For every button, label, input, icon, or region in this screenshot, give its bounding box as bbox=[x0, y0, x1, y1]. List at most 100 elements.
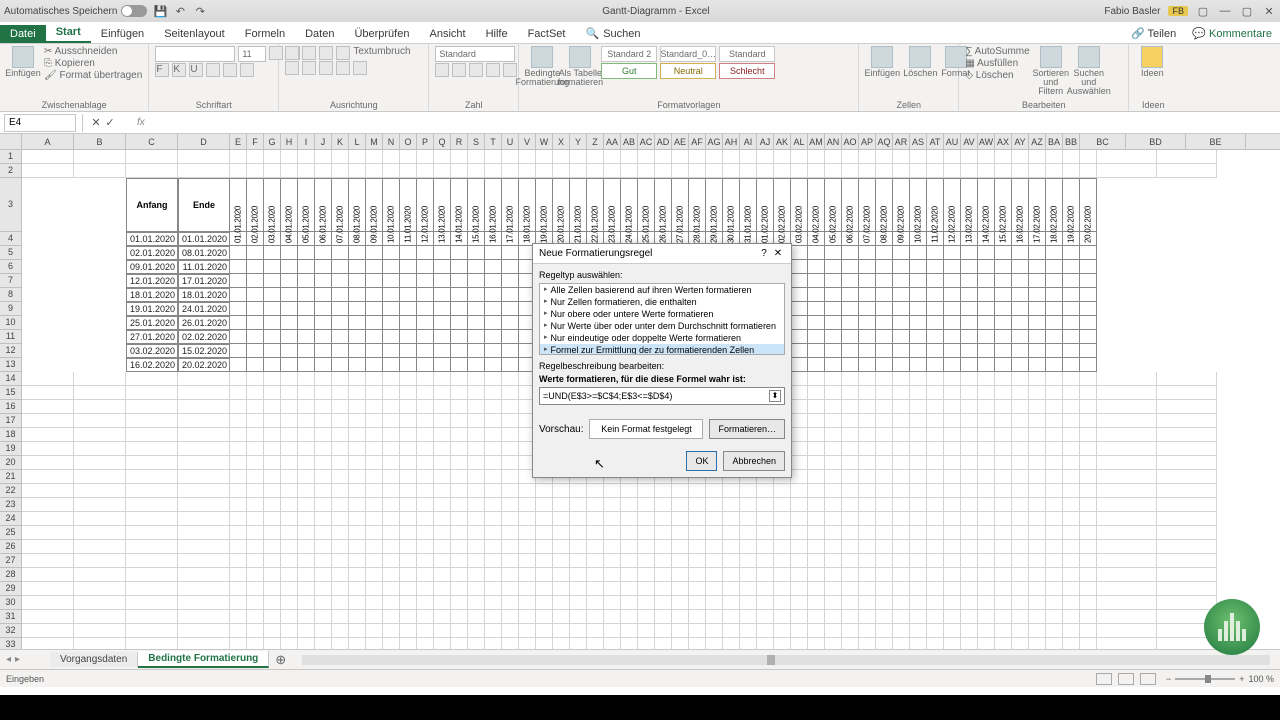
column-header[interactable]: S bbox=[468, 134, 485, 149]
gantt-cell[interactable] bbox=[1063, 358, 1080, 372]
gantt-cell[interactable] bbox=[247, 302, 264, 316]
row-header[interactable]: 17 bbox=[0, 414, 22, 428]
gantt-cell[interactable] bbox=[1029, 358, 1046, 372]
fill-color-icon[interactable] bbox=[223, 63, 237, 77]
gantt-cell[interactable] bbox=[332, 246, 349, 260]
fill-button[interactable]: ▦ Ausfüllen bbox=[965, 58, 1029, 69]
gantt-cell[interactable] bbox=[978, 260, 995, 274]
gantt-cell[interactable] bbox=[247, 260, 264, 274]
column-header[interactable]: B bbox=[74, 134, 126, 149]
gantt-cell[interactable] bbox=[468, 274, 485, 288]
gantt-cell[interactable] bbox=[944, 288, 961, 302]
gantt-cell[interactable] bbox=[1063, 246, 1080, 260]
gantt-cell[interactable] bbox=[927, 288, 944, 302]
rule-type-item[interactable]: Alle Zellen basierend auf ihren Werten f… bbox=[540, 284, 784, 296]
gantt-cell[interactable] bbox=[791, 316, 808, 330]
gantt-cell[interactable] bbox=[298, 260, 315, 274]
gantt-cell[interactable] bbox=[842, 316, 859, 330]
indent-dec-icon[interactable] bbox=[336, 61, 350, 75]
gantt-cell[interactable] bbox=[978, 358, 995, 372]
gantt-cell[interactable] bbox=[1029, 246, 1046, 260]
style-standard2[interactable]: Standard 2 bbox=[601, 46, 657, 62]
ideas-button[interactable]: Ideen bbox=[1135, 46, 1169, 78]
gantt-cell[interactable] bbox=[264, 344, 281, 358]
fx-icon[interactable]: fx bbox=[137, 117, 145, 128]
gantt-cell[interactable] bbox=[230, 344, 247, 358]
gantt-cell[interactable] bbox=[400, 330, 417, 344]
gantt-cell[interactable] bbox=[808, 246, 825, 260]
row-header[interactable]: 18 bbox=[0, 428, 22, 442]
gantt-cell[interactable] bbox=[485, 344, 502, 358]
gantt-cell[interactable] bbox=[995, 344, 1012, 358]
share-button[interactable]: 🔗 Teilen bbox=[1123, 24, 1184, 43]
gantt-cell[interactable] bbox=[893, 288, 910, 302]
gantt-cell[interactable] bbox=[808, 302, 825, 316]
sheet-nav-prev-icon[interactable]: ◂ bbox=[6, 654, 11, 665]
gantt-cell[interactable] bbox=[808, 316, 825, 330]
column-header[interactable]: AM bbox=[808, 134, 825, 149]
column-header[interactable]: AO bbox=[842, 134, 859, 149]
dialog-close-icon[interactable]: ✕ bbox=[771, 248, 785, 259]
orientation-icon[interactable] bbox=[336, 46, 350, 60]
gantt-cell[interactable] bbox=[400, 344, 417, 358]
tab-start[interactable]: Start bbox=[46, 23, 91, 43]
gantt-cell[interactable] bbox=[230, 260, 247, 274]
gantt-cell[interactable] bbox=[1029, 288, 1046, 302]
percent-icon[interactable] bbox=[452, 63, 466, 77]
row-header[interactable]: 26 bbox=[0, 540, 22, 554]
gantt-cell[interactable] bbox=[825, 302, 842, 316]
gantt-cell[interactable] bbox=[332, 344, 349, 358]
gantt-cell[interactable] bbox=[893, 330, 910, 344]
gantt-cell[interactable] bbox=[502, 344, 519, 358]
paste-button[interactable]: Einfügen bbox=[6, 46, 40, 78]
tab-review[interactable]: Überprüfen bbox=[344, 25, 419, 43]
gantt-cell[interactable] bbox=[791, 302, 808, 316]
tab-view[interactable]: Ansicht bbox=[419, 25, 475, 43]
underline-icon[interactable]: U bbox=[189, 63, 203, 77]
gantt-cell[interactable] bbox=[808, 274, 825, 288]
gantt-cell[interactable] bbox=[842, 330, 859, 344]
name-box[interactable]: E4 bbox=[4, 114, 76, 132]
gantt-cell[interactable] bbox=[468, 260, 485, 274]
gantt-cell[interactable] bbox=[808, 358, 825, 372]
gantt-cell[interactable] bbox=[893, 260, 910, 274]
gantt-cell[interactable] bbox=[1063, 330, 1080, 344]
gantt-cell[interactable] bbox=[264, 274, 281, 288]
column-header[interactable]: Q bbox=[434, 134, 451, 149]
gantt-cell[interactable] bbox=[349, 358, 366, 372]
column-header[interactable]: K bbox=[332, 134, 349, 149]
gantt-cell[interactable] bbox=[468, 316, 485, 330]
gantt-cell[interactable] bbox=[502, 330, 519, 344]
column-header[interactable]: BA bbox=[1046, 134, 1063, 149]
gantt-cell[interactable] bbox=[383, 260, 400, 274]
gantt-cell[interactable] bbox=[876, 288, 893, 302]
column-header[interactable]: U bbox=[502, 134, 519, 149]
gantt-cell[interactable] bbox=[961, 302, 978, 316]
gantt-cell[interactable] bbox=[1029, 344, 1046, 358]
align-bot-icon[interactable] bbox=[319, 46, 333, 60]
gantt-cell[interactable] bbox=[417, 246, 434, 260]
view-layout-icon[interactable] bbox=[1118, 673, 1134, 685]
gantt-cell[interactable] bbox=[264, 302, 281, 316]
minimize-icon[interactable]: — bbox=[1218, 4, 1232, 18]
gantt-cell[interactable] bbox=[1029, 302, 1046, 316]
gantt-cell[interactable] bbox=[1012, 302, 1029, 316]
gantt-cell[interactable] bbox=[451, 260, 468, 274]
row-header[interactable]: 32 bbox=[0, 624, 22, 638]
row-header[interactable]: 11 bbox=[0, 330, 22, 344]
gantt-cell[interactable] bbox=[1012, 246, 1029, 260]
gantt-cell[interactable] bbox=[825, 344, 842, 358]
column-header[interactable]: AL bbox=[791, 134, 808, 149]
align-left-icon[interactable] bbox=[285, 61, 299, 75]
gantt-cell[interactable] bbox=[349, 344, 366, 358]
gantt-cell[interactable] bbox=[791, 344, 808, 358]
gantt-cell[interactable] bbox=[451, 330, 468, 344]
column-header[interactable]: D bbox=[178, 134, 230, 149]
gantt-cell[interactable] bbox=[995, 358, 1012, 372]
column-header[interactable]: AB bbox=[621, 134, 638, 149]
gantt-cell[interactable] bbox=[315, 344, 332, 358]
row-header[interactable]: 33 bbox=[0, 638, 22, 649]
gantt-cell[interactable] bbox=[961, 330, 978, 344]
gantt-cell[interactable] bbox=[332, 358, 349, 372]
cell-start-date[interactable]: 19.01.2020 bbox=[126, 302, 178, 316]
